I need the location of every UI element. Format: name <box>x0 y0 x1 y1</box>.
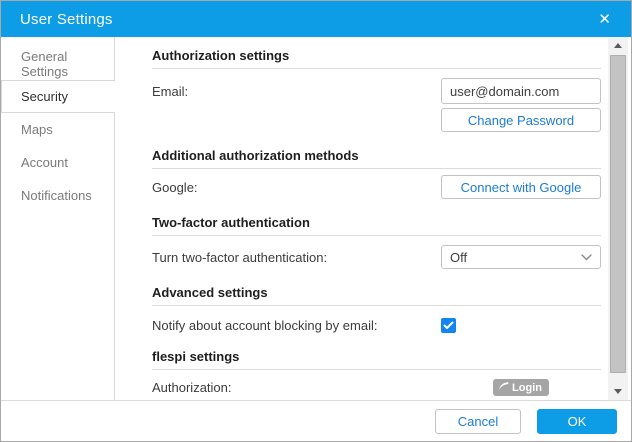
tab-notifications[interactable]: Notifications <box>1 179 114 212</box>
tab-maps[interactable]: Maps <box>1 113 114 146</box>
checkmark-icon <box>443 317 454 335</box>
connect-google-button[interactable]: Connect with Google <box>441 175 601 199</box>
section-title-authorization: Authorization settings <box>152 48 601 69</box>
dialog-body: General Settings Security Maps Account N… <box>1 37 631 400</box>
scroll-down-button[interactable] <box>608 383 628 400</box>
tab-account[interactable]: Account <box>1 146 114 179</box>
dialog-footer: Cancel OK <box>1 400 631 441</box>
change-password-button[interactable]: Change Password <box>441 108 601 132</box>
tab-general-settings[interactable]: General Settings <box>1 47 114 80</box>
flespi-login-button[interactable]: Login <box>493 379 549 396</box>
scroll-up-button[interactable] <box>608 37 628 54</box>
scroll-up-icon <box>614 43 622 48</box>
scroll-down-icon <box>614 389 622 394</box>
email-label: Email: <box>152 84 188 99</box>
section-title-advanced: Advanced settings <box>152 285 601 306</box>
section-title-additional-methods: Additional authorization methods <box>152 148 601 169</box>
notify-email-row: Notify about account blocking by email: <box>152 318 601 333</box>
chevron-down-icon <box>581 254 592 261</box>
google-label: Google: <box>152 180 198 195</box>
dialog-title: User Settings <box>20 11 113 28</box>
email-row: Email: <box>152 78 601 104</box>
settings-tab-list: General Settings Security Maps Account N… <box>1 37 115 400</box>
user-settings-dialog: User Settings ✕ General Settings Securit… <box>0 0 632 442</box>
two-factor-label: Turn two-factor authentication: <box>152 250 327 265</box>
flespi-authorization-label: Authorization: <box>152 380 232 395</box>
vertical-scrollbar[interactable] <box>608 37 628 400</box>
flespi-login-label: Login <box>512 382 542 394</box>
two-factor-row: Turn two-factor authentication: Off <box>152 245 601 269</box>
flespi-logo-icon <box>498 381 509 394</box>
email-field[interactable] <box>441 78 601 104</box>
two-factor-select[interactable]: Off <box>441 245 601 269</box>
change-password-row: Change Password <box>152 108 601 132</box>
security-settings-pane: Authorization settings Email: Change Pas… <box>115 37 608 400</box>
cancel-button[interactable]: Cancel <box>435 409 521 434</box>
notify-email-label: Notify about account blocking by email: <box>152 318 377 333</box>
tab-security[interactable]: Security <box>1 80 115 113</box>
close-icon[interactable]: ✕ <box>594 8 615 31</box>
flespi-authorization-row: Authorization: Login <box>152 379 601 396</box>
scrollbar-thumb[interactable] <box>610 55 626 373</box>
google-row: Google: Connect with Google <box>152 175 601 199</box>
section-title-flespi: flespi settings <box>152 349 601 370</box>
ok-button[interactable]: OK <box>537 409 617 434</box>
dialog-titlebar: User Settings ✕ <box>1 1 631 37</box>
section-title-two-factor: Two-factor authentication <box>152 215 601 236</box>
notify-email-checkbox[interactable] <box>441 318 456 333</box>
email-control <box>441 78 601 104</box>
two-factor-selected-value: Off <box>450 250 467 265</box>
